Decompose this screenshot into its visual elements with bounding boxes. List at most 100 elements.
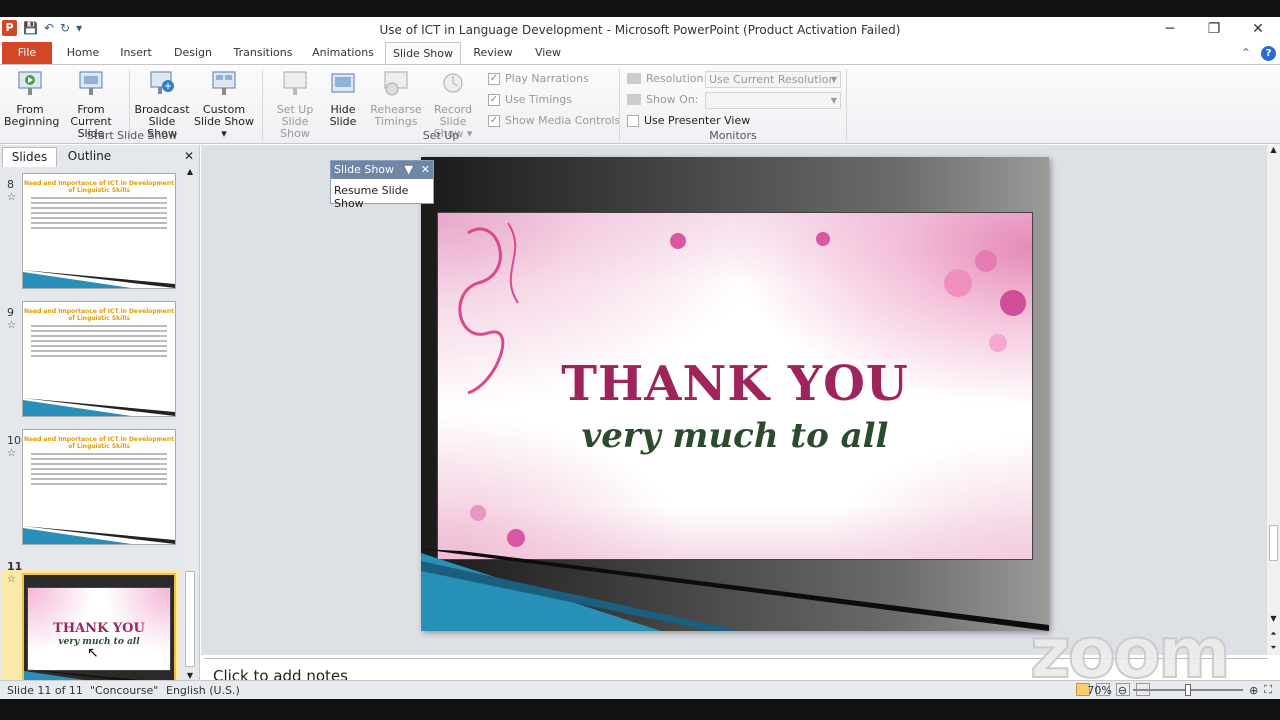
zoom-slider[interactable] (1133, 684, 1244, 696)
thumb-text-line (31, 473, 167, 475)
thumb-text-line (31, 453, 167, 455)
rehearse-timings-button[interactable]: Rehearse Timings (370, 69, 422, 128)
thumb-text-line (31, 468, 167, 470)
thumb-text-line (31, 202, 167, 204)
custom-slide-show-icon (212, 71, 236, 95)
scroll-down-icon[interactable]: ▼ (1267, 614, 1280, 623)
zoom-slider-knob[interactable] (1185, 684, 1192, 696)
tab-insert[interactable]: Insert (114, 42, 158, 64)
minimize-ribbon-icon[interactable]: ⌃ (1241, 46, 1251, 61)
slides-pane: Slides Outline ✕ 8 ☆ Need and Importance… (0, 145, 200, 693)
thumb-title: Need and Importance of ICT in Developmen… (23, 308, 175, 322)
broadcast-icon (150, 71, 174, 94)
slide-thumbnail-8[interactable]: Need and Importance of ICT in Developmen… (22, 173, 176, 289)
theme-name[interactable]: "Concourse" (90, 684, 158, 697)
close-window-button[interactable]: ✕ (1236, 17, 1280, 42)
checkbox-checked-icon: ✓ (488, 93, 500, 106)
ribbon-separator (262, 69, 263, 141)
show-on-label-text: Show On: (646, 93, 699, 106)
slides-pane-scrollbar[interactable]: ▲ ▼ (184, 167, 196, 680)
close-icon[interactable]: ✕ (421, 161, 430, 178)
set-up-icon (283, 71, 307, 95)
scroll-up-icon[interactable]: ▲ (184, 167, 196, 176)
hide-label-2: Slide (329, 115, 357, 128)
use-timings-checkbox[interactable]: ✓ Use Timings (488, 93, 572, 106)
floating-toolbar-header[interactable]: Slide Show ▼ ✕ (331, 161, 433, 179)
resume-slide-show-button[interactable]: Resume Slide Show (331, 179, 433, 215)
tab-slide-show[interactable]: Slide Show (385, 42, 461, 64)
thumb-wave-graphic (23, 270, 175, 288)
current-slide[interactable]: THANK YOU very much to all (421, 157, 1049, 631)
animation-star-icon: ☆ (7, 192, 16, 203)
monitor-icon (627, 73, 641, 84)
tab-transitions[interactable]: Transitions (228, 42, 298, 64)
thumb-text-line (31, 217, 167, 219)
thumb-text-line (31, 355, 167, 357)
tab-animations[interactable]: Animations (308, 42, 378, 64)
slide-wave-graphic (421, 549, 1049, 631)
video-letterbox-top (0, 0, 1280, 17)
tab-view[interactable]: View (528, 42, 568, 64)
language-indicator[interactable]: English (U.S.) (166, 684, 240, 697)
play-narrations-checkbox[interactable]: ✓ Play Narrations (488, 72, 589, 85)
from-beginning-button[interactable]: From Beginning (4, 69, 59, 128)
monitors-group-label: Monitors (709, 129, 757, 142)
show-on-dropdown[interactable]: ▼ (705, 92, 841, 109)
tab-home[interactable]: Home (62, 42, 104, 64)
previous-slide-icon[interactable]: ⏶ (1267, 629, 1280, 639)
use-presenter-view-checkbox[interactable]: Use Presenter View (627, 114, 750, 127)
ribbon-separator (846, 69, 847, 141)
chevron-down-icon: ▼ (830, 75, 837, 84)
slide-show-floating-toolbar: Slide Show ▼ ✕ Resume Slide Show (330, 160, 434, 210)
thumb-text-line (31, 207, 167, 209)
next-slide-icon[interactable]: ⏷ (1267, 643, 1280, 653)
scroll-up-icon[interactable]: ▲ (1267, 145, 1280, 154)
title-bar: P 💾 ↶ ↻ ▾ Use of ICT in Language Develop… (0, 17, 1280, 42)
thumb-text-line (31, 350, 167, 352)
animation-star-icon: ☆ (7, 574, 16, 585)
hide-slide-button[interactable]: Hide Slide (326, 69, 360, 128)
tab-file[interactable]: File (2, 42, 52, 64)
thumb-text-line (31, 345, 167, 347)
scrollbar-thumb[interactable] (185, 571, 195, 667)
chevron-down-icon: ▼ (830, 96, 837, 105)
hide-slide-icon (331, 73, 355, 93)
minimize-button[interactable]: ─ (1148, 17, 1192, 42)
editor-vertical-scrollbar[interactable]: ▲ ▼ ⏶ ⏷ (1266, 145, 1280, 655)
zoom-out-icon[interactable]: ⊖ (1118, 684, 1127, 697)
zoom-in-icon[interactable]: ⊕ (1249, 684, 1258, 697)
slide-counter: Slide 11 of 11 (7, 684, 83, 697)
tab-design[interactable]: Design (168, 42, 218, 64)
thumb-text-line (31, 478, 167, 480)
tab-outline[interactable]: Outline (62, 147, 117, 167)
show-media-controls-checkbox[interactable]: ✓ Show Media Controls (488, 114, 620, 127)
scrollbar-thumb[interactable] (1269, 525, 1278, 561)
show-media-controls-label: Show Media Controls (505, 114, 621, 127)
fit-to-window-icon[interactable]: ⛶ (1264, 683, 1272, 697)
tab-slides[interactable]: Slides (2, 147, 57, 167)
window-title: Use of ICT in Language Development - Mic… (379, 23, 901, 37)
thumb-subtitle: very much to all (58, 637, 140, 647)
thank-you-text: THANK YOU (561, 356, 909, 412)
rehearse-timings-icon (384, 71, 408, 96)
slide-thumbnail-10[interactable]: Need and Importance of ICT in Developmen… (22, 429, 176, 545)
thumb-text-line (31, 340, 167, 342)
slide-thumbnail-9[interactable]: Need and Importance of ICT in Developmen… (22, 301, 176, 417)
scroll-down-icon[interactable]: ▼ (184, 671, 196, 680)
thumb-text-line (31, 335, 167, 337)
help-icon[interactable]: ? (1261, 46, 1276, 61)
ribbon: From Beginning From Current Slide Broadc… (0, 64, 1280, 144)
chevron-down-icon[interactable]: ▼ (405, 161, 413, 178)
zoom-level[interactable]: 70% (1087, 684, 1111, 697)
from-current-slide-icon (79, 71, 103, 95)
tab-review[interactable]: Review (470, 42, 516, 64)
rehearse-label-2: Timings (374, 115, 418, 128)
resolution-dropdown[interactable]: Use Current Resolution ▼ (705, 71, 841, 88)
thumb-text-line (31, 458, 167, 460)
resolution-label: Resolution: (627, 72, 707, 85)
restore-button[interactable]: ❐ (1192, 17, 1236, 42)
close-pane-icon[interactable]: ✕ (184, 149, 194, 163)
thank-you-picture[interactable]: THANK YOU very much to all (437, 212, 1033, 560)
slide-thumbnail-11[interactable]: THANK YOU very much to all ↖ (22, 573, 176, 689)
slide-number: 9 (7, 306, 14, 319)
